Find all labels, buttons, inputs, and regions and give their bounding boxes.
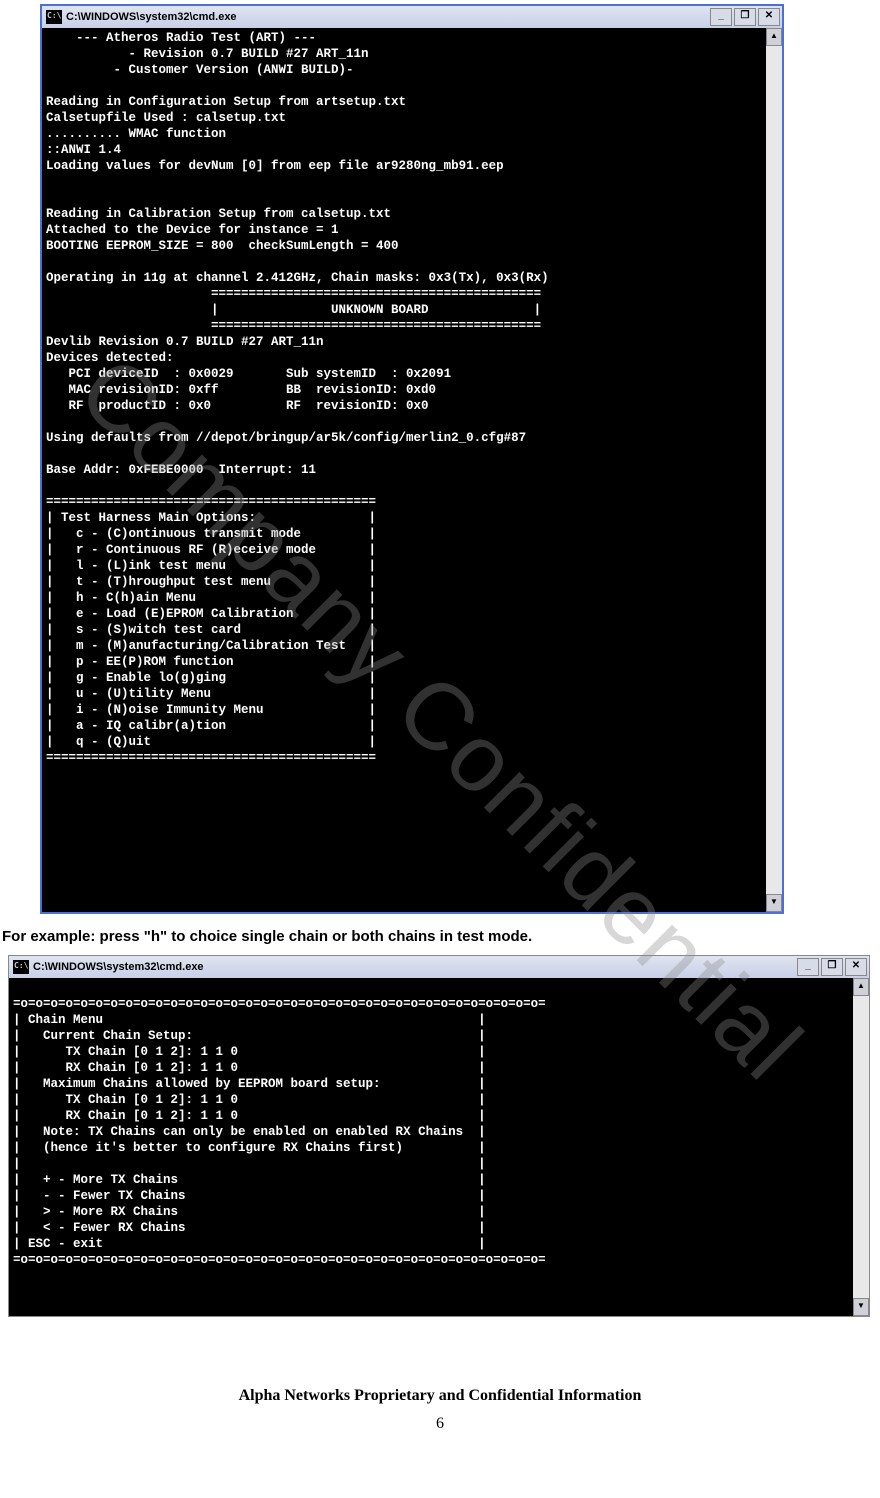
maximize-button[interactable]: ❐ (734, 8, 756, 26)
cmd-window-1: C:\WINDOWS\system32\cmd.exe _ ❐ ✕ --- At… (40, 4, 784, 914)
scrollbar[interactable]: ▲ ▼ (766, 28, 782, 912)
scroll-down-icon[interactable]: ▼ (853, 1298, 869, 1316)
page-number: 6 (0, 1415, 880, 1433)
scroll-track[interactable] (853, 996, 869, 1298)
footer-text: Alpha Networks Proprietary and Confident… (0, 1387, 880, 1405)
cmd-icon (13, 960, 29, 974)
scroll-up-icon[interactable]: ▲ (853, 978, 869, 996)
window-title-2: C:\WINDOWS\system32\cmd.exe (33, 961, 797, 973)
close-button[interactable]: ✕ (758, 8, 780, 26)
scroll-track[interactable] (766, 46, 782, 894)
scrollbar-2[interactable]: ▲ ▼ (853, 978, 869, 1316)
titlebar-2: C:\WINDOWS\system32\cmd.exe _ ❐ ✕ (9, 956, 869, 978)
terminal-output-1: --- Atheros Radio Test (ART) --- - Revis… (42, 28, 782, 912)
cmd-window-2: C:\WINDOWS\system32\cmd.exe _ ❐ ✕ =o=o=o… (8, 955, 870, 1317)
close-button[interactable]: ✕ (845, 958, 867, 976)
scroll-down-icon[interactable]: ▼ (766, 894, 782, 912)
window-title: C:\WINDOWS\system32\cmd.exe (66, 11, 710, 23)
maximize-button[interactable]: ❐ (821, 958, 843, 976)
terminal-output-2: =o=o=o=o=o=o=o=o=o=o=o=o=o=o=o=o=o=o=o=o… (9, 978, 869, 1316)
minimize-button[interactable]: _ (710, 8, 732, 26)
cmd-icon (46, 10, 62, 24)
scroll-up-icon[interactable]: ▲ (766, 28, 782, 46)
minimize-button[interactable]: _ (797, 958, 819, 976)
caption-text: For example: press "h" to choice single … (2, 928, 880, 945)
titlebar: C:\WINDOWS\system32\cmd.exe _ ❐ ✕ (42, 6, 782, 28)
